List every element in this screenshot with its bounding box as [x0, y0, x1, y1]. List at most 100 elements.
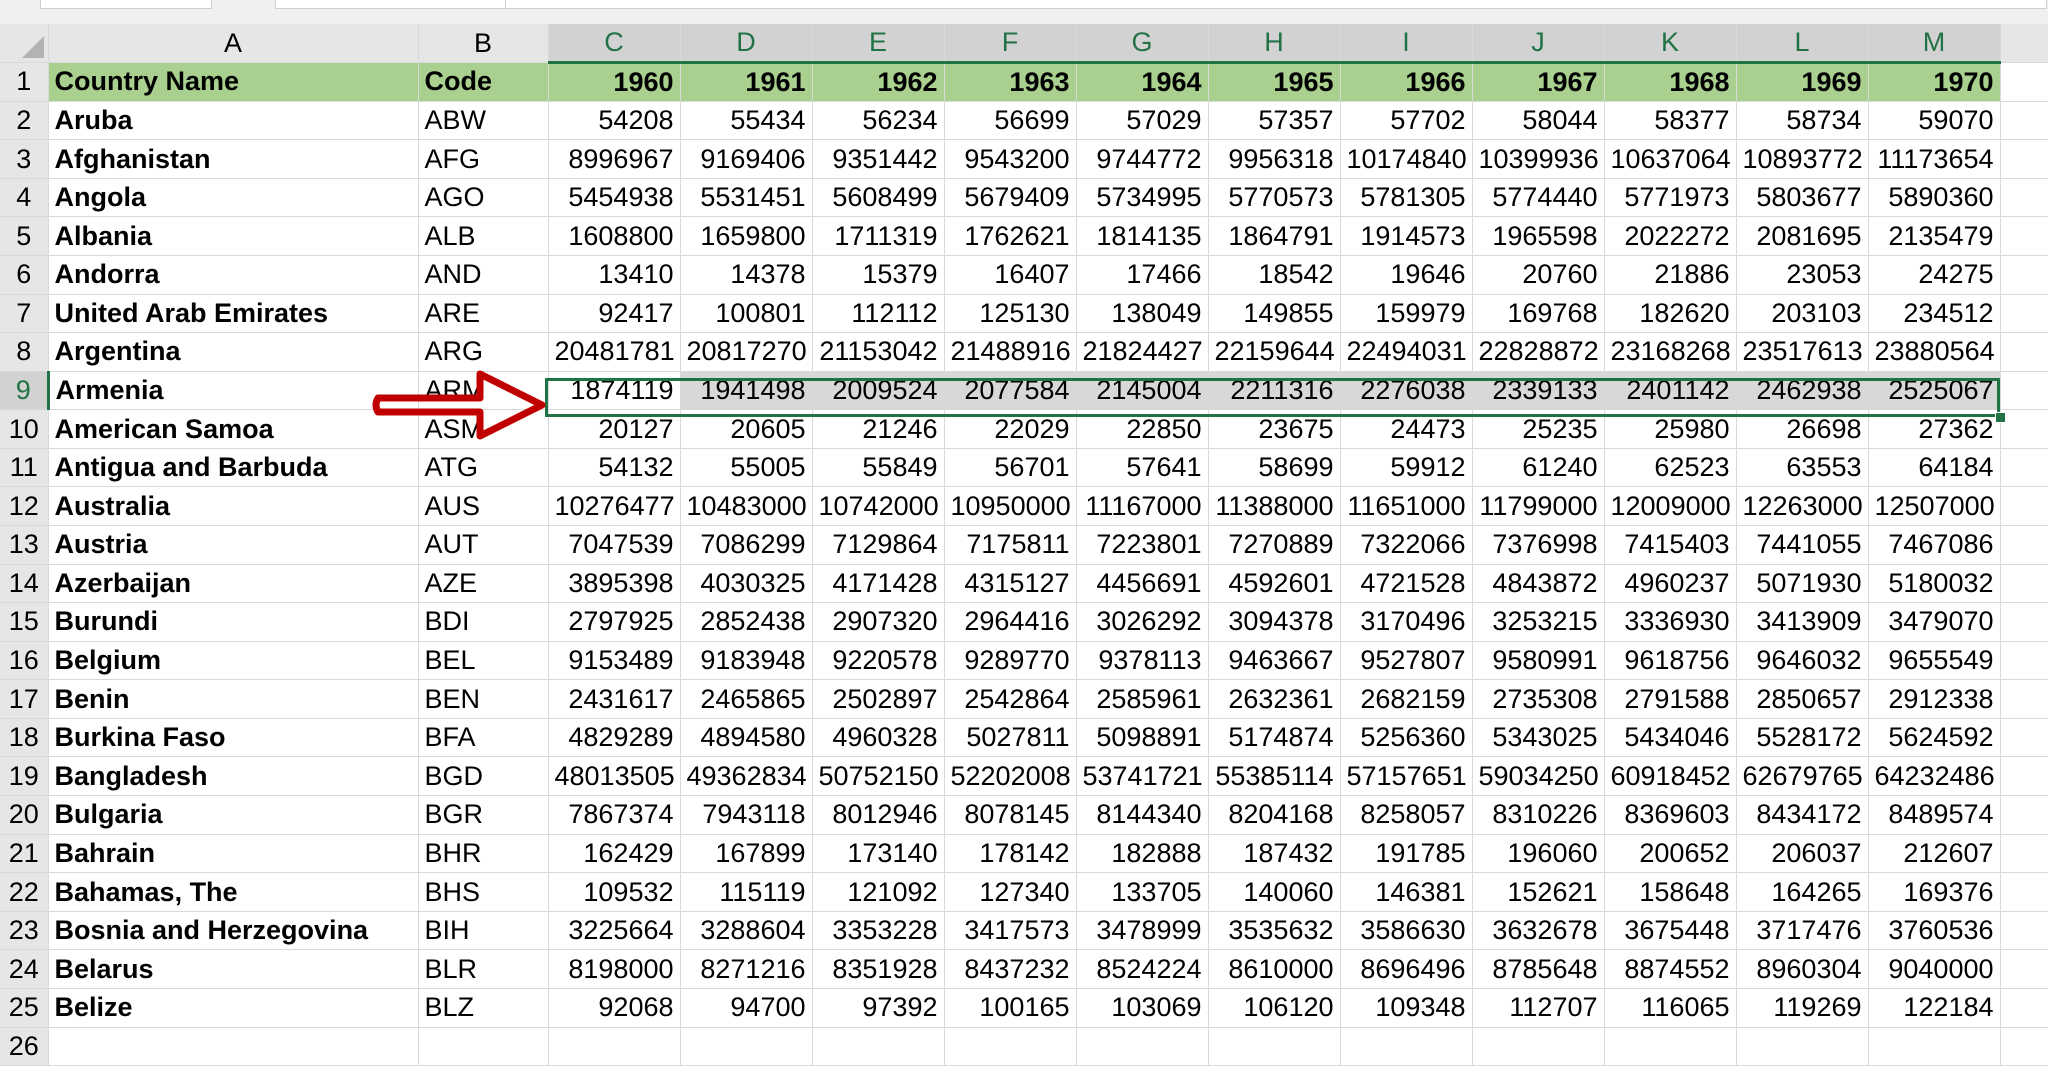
population-cell[interactable]: 9040000 [1868, 949, 2001, 989]
population-cell[interactable]: 9289770 [944, 641, 1077, 681]
population-cell[interactable]: 8351928 [812, 949, 945, 989]
country-name-cell[interactable]: Azerbaijan [48, 564, 419, 604]
population-cell[interactable]: 18542 [1208, 255, 1341, 295]
column-header-c[interactable]: C [548, 24, 681, 65]
population-cell[interactable]: 8078145 [944, 795, 1077, 835]
population-cell[interactable]: 9220578 [812, 641, 945, 681]
population-cell[interactable]: 10742000 [812, 486, 945, 527]
column-header-j[interactable]: J [1472, 24, 1605, 65]
population-cell[interactable]: 5771973 [1604, 178, 1737, 218]
empty-cell[interactable] [2000, 448, 2048, 488]
population-cell[interactable]: 8310226 [1472, 795, 1605, 835]
population-cell[interactable]: 5781305 [1340, 178, 1473, 218]
population-cell[interactable]: 2135479 [1868, 216, 2001, 256]
country-name-cell[interactable]: Afghanistan [48, 139, 419, 179]
population-cell[interactable]: 3417573 [944, 911, 1077, 951]
population-cell[interactable]: 1874119 [548, 371, 681, 411]
population-cell[interactable]: 4721528 [1340, 564, 1473, 604]
population-cell[interactable]: 8437232 [944, 949, 1077, 989]
population-cell[interactable]: 12009000 [1604, 486, 1737, 527]
column-header-k[interactable]: K [1604, 24, 1737, 65]
population-cell[interactable]: 8144340 [1076, 795, 1209, 835]
country-name-cell[interactable]: Aruba [48, 101, 419, 141]
population-cell[interactable]: 1914573 [1340, 216, 1473, 256]
population-cell[interactable]: 3535632 [1208, 911, 1341, 951]
row-header[interactable]: 18 [0, 718, 49, 758]
population-cell[interactable]: 9463667 [1208, 641, 1341, 681]
header-cell[interactable]: 1966 [1340, 62, 1473, 102]
population-cell[interactable]: 11167000 [1076, 486, 1209, 527]
population-cell[interactable]: 92068 [548, 988, 681, 1028]
country-code-cell[interactable]: ALB [418, 216, 549, 256]
header-cell[interactable]: 1967 [1472, 62, 1605, 102]
country-name-cell[interactable]: Australia [48, 486, 419, 527]
population-cell[interactable]: 8434172 [1736, 795, 1869, 835]
empty-cell[interactable] [2000, 988, 2048, 1028]
population-cell[interactable]: 140060 [1208, 872, 1341, 912]
population-cell[interactable]: 23517613 [1736, 332, 1869, 372]
country-code-cell[interactable]: AGO [418, 178, 549, 218]
population-cell[interactable]: 4315127 [944, 564, 1077, 604]
population-cell[interactable]: 2502897 [812, 679, 945, 719]
formula-bar-edge[interactable] [505, 0, 2047, 9]
empty-cell[interactable] [944, 1027, 1077, 1067]
country-code-cell[interactable]: BIH [418, 911, 549, 951]
population-cell[interactable]: 7129864 [812, 525, 945, 565]
population-cell[interactable]: 149855 [1208, 294, 1341, 334]
population-cell[interactable]: 182888 [1076, 834, 1209, 874]
population-cell[interactable]: 7223801 [1076, 525, 1209, 565]
population-cell[interactable]: 7441055 [1736, 525, 1869, 565]
population-cell[interactable]: 3026292 [1076, 602, 1209, 642]
population-cell[interactable]: 12507000 [1868, 486, 2001, 527]
population-cell[interactable]: 60918452 [1604, 756, 1737, 797]
population-cell[interactable]: 4030325 [680, 564, 813, 604]
population-cell[interactable]: 127340 [944, 872, 1077, 912]
empty-cell[interactable] [2000, 255, 2048, 295]
population-cell[interactable]: 22029 [944, 409, 1077, 449]
population-cell[interactable]: 58734 [1736, 101, 1869, 141]
country-name-cell[interactable]: Belgium [48, 641, 419, 681]
row-header[interactable]: 3 [0, 139, 49, 179]
population-cell[interactable]: 3717476 [1736, 911, 1869, 951]
country-name-cell[interactable]: Burundi [48, 602, 419, 642]
population-cell[interactable]: 9183948 [680, 641, 813, 681]
row-header[interactable]: 14 [0, 564, 49, 604]
population-cell[interactable]: 169768 [1472, 294, 1605, 334]
population-cell[interactable]: 3253215 [1472, 602, 1605, 642]
population-cell[interactable]: 52202008 [944, 756, 1077, 797]
population-cell[interactable]: 4960237 [1604, 564, 1737, 604]
population-cell[interactable]: 1608800 [548, 216, 681, 256]
population-cell[interactable]: 3478999 [1076, 911, 1209, 951]
population-cell[interactable]: 59034250 [1472, 756, 1605, 797]
population-cell[interactable]: 20127 [548, 409, 681, 449]
population-cell[interactable]: 2525067 [1868, 371, 2001, 411]
population-cell[interactable]: 24473 [1340, 409, 1473, 449]
population-cell[interactable]: 57029 [1076, 101, 1209, 141]
population-cell[interactable]: 63553 [1736, 448, 1869, 488]
population-cell[interactable]: 26698 [1736, 409, 1869, 449]
empty-cell[interactable] [2000, 641, 2048, 681]
row-header[interactable]: 20 [0, 795, 49, 835]
population-cell[interactable]: 50752150 [812, 756, 945, 797]
country-name-cell[interactable]: Belarus [48, 949, 419, 989]
empty-cell[interactable] [2000, 332, 2048, 372]
empty-cell[interactable] [1340, 1027, 1473, 1067]
population-cell[interactable]: 2401142 [1604, 371, 1737, 411]
population-cell[interactable]: 3094378 [1208, 602, 1341, 642]
column-header-i[interactable]: I [1340, 24, 1473, 65]
spreadsheet-grid[interactable]: ABCDEFGHIJKLM 1 Country Name Code 1960 1961 1… [0, 24, 2048, 1067]
population-cell[interactable]: 57641 [1076, 448, 1209, 488]
population-cell[interactable]: 10637064 [1604, 139, 1737, 179]
population-cell[interactable]: 1762621 [944, 216, 1077, 256]
empty-cell[interactable] [680, 1027, 813, 1067]
country-name-cell[interactable]: Bosnia and Herzegovina [48, 911, 419, 951]
empty-cell[interactable] [2000, 756, 2048, 797]
empty-cell[interactable] [2000, 795, 2048, 835]
population-cell[interactable]: 8960304 [1736, 949, 1869, 989]
population-cell[interactable]: 1864791 [1208, 216, 1341, 256]
row-header[interactable]: 16 [0, 641, 49, 681]
population-cell[interactable]: 3413909 [1736, 602, 1869, 642]
population-cell[interactable]: 7376998 [1472, 525, 1605, 565]
population-cell[interactable]: 58699 [1208, 448, 1341, 488]
population-cell[interactable]: 92417 [548, 294, 681, 334]
